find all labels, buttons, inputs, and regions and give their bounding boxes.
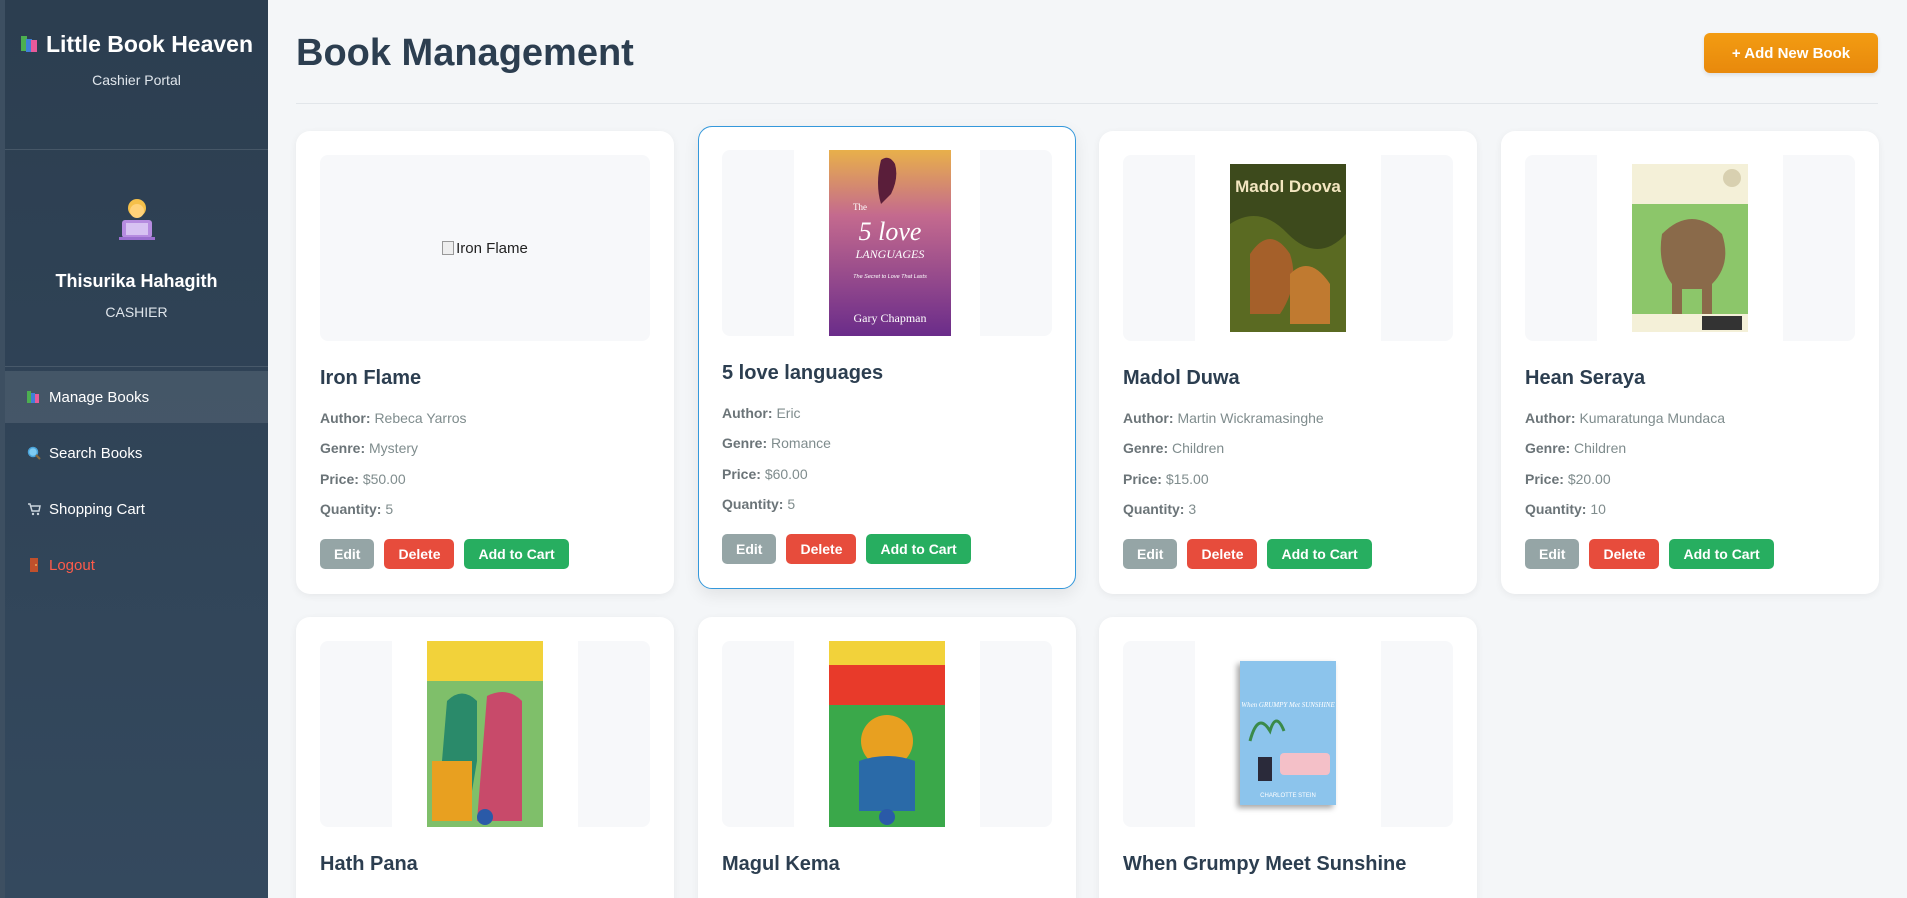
book-quantity: Quantity: 10 — [1525, 501, 1606, 517]
book-cover — [1525, 155, 1855, 341]
book-cover: Iron Flame — [320, 155, 650, 341]
hath-pana-cover — [427, 641, 543, 827]
nav-label: Logout — [49, 556, 95, 574]
svg-text:When GRUMPY Met SUNSHINE: When GRUMPY Met SUNSHINE — [1241, 701, 1335, 709]
delete-button[interactable]: Delete — [1589, 539, 1660, 569]
card-actions: Edit Delete Add to Cart — [722, 534, 971, 564]
cart-icon — [27, 502, 41, 516]
cover-alt-text: Iron Flame — [456, 239, 528, 257]
book-author: Author: Martin Wickramasinghe — [1123, 410, 1324, 426]
book-quantity: Quantity: 3 — [1123, 501, 1197, 517]
edit-button[interactable]: Edit — [722, 534, 777, 564]
nav-label: Manage Books — [49, 388, 150, 406]
card-actions: Edit Delete Add to Cart — [1525, 539, 1774, 569]
nav-label: Shopping Cart — [49, 500, 145, 518]
book-genre: Genre: Children — [1525, 440, 1627, 456]
nav-logout[interactable]: Logout — [5, 539, 268, 591]
nav-search-books[interactable]: Search Books — [5, 427, 268, 479]
add-to-cart-button[interactable]: Add to Cart — [1669, 539, 1774, 569]
sidebar-nav: Manage Books Search Books Shopping Cart … — [5, 371, 268, 591]
book-price: Price: $20.00 — [1525, 471, 1611, 487]
book-cover — [722, 641, 1052, 827]
book-cover — [320, 641, 650, 827]
nav-shopping-cart[interactable]: Shopping Cart — [5, 483, 268, 535]
book-title: Madol Duwa — [1123, 367, 1240, 389]
book-genre: Genre: Children — [1123, 440, 1225, 456]
add-to-cart-button[interactable]: Add to Cart — [1267, 539, 1372, 569]
main-content: Book Management + Add New Book Iron Flam… — [268, 0, 1907, 898]
book-title: When Grumpy Meet Sunshine — [1123, 853, 1407, 875]
svg-text:The: The — [853, 202, 867, 212]
nav-label: Search Books — [49, 444, 143, 462]
card-actions: Edit Delete Add to Cart — [1123, 539, 1372, 569]
book-title: Magul Kema — [722, 853, 840, 875]
svg-text:LANGUAGES: LANGUAGES — [855, 247, 925, 261]
svg-text:Madol Doova: Madol Doova — [1235, 177, 1341, 196]
book-card: Madol Doova Madol Duwa Author: Martin Wi… — [1099, 131, 1477, 594]
svg-text:CHARLOTTE STEIN: CHARLOTTE STEIN — [1260, 793, 1316, 799]
magul-kema-cover — [829, 641, 945, 827]
book-genre: Genre: Romance — [722, 435, 831, 451]
brand: Little Book Heaven Cashier Portal — [5, 0, 268, 150]
user-role: CASHIER — [105, 304, 168, 320]
door-icon — [27, 558, 41, 572]
book-author: Author: Rebeca Yarros — [320, 410, 467, 426]
book-quantity: Quantity: 5 — [320, 501, 394, 517]
hean-seraya-cover — [1632, 164, 1748, 332]
delete-button[interactable]: Delete — [786, 534, 857, 564]
book-cover: When GRUMPY Met SUNSHINE CHARLOTTE STEIN — [1123, 641, 1453, 827]
book-price: Price: $60.00 — [722, 466, 808, 482]
page-header: Book Management + Add New Book — [296, 0, 1878, 104]
broken-image-icon — [442, 241, 455, 255]
when-grumpy-met-sunshine-cover: When GRUMPY Met SUNSHINE CHARLOTTE STEIN — [1240, 661, 1336, 805]
book-quantity: Quantity: 5 — [722, 496, 796, 512]
add-to-cart-button[interactable]: Add to Cart — [464, 539, 569, 569]
book-card: Magul Kema — [698, 617, 1076, 898]
nav-manage-books[interactable]: Manage Books — [5, 371, 268, 423]
book-title: 5 love languages — [722, 362, 884, 384]
cashier-avatar-icon — [113, 194, 161, 242]
edit-button[interactable]: Edit — [1525, 539, 1580, 569]
book-price: Price: $50.00 — [320, 471, 406, 487]
book-cover: The 5 love LANGUAGES The Secret to Love … — [722, 150, 1052, 336]
brand-title: Little Book Heaven — [45, 31, 254, 57]
books-icon — [27, 390, 41, 404]
books-icon — [20, 28, 40, 64]
page-title: Book Management — [296, 32, 634, 74]
book-author: Author: Kumaratunga Mundaca — [1525, 410, 1725, 426]
book-card: Hath Pana — [296, 617, 674, 898]
book-price: Price: $15.00 — [1123, 471, 1209, 487]
user-name: Thisurika Hahagith — [55, 271, 218, 291]
add-to-cart-button[interactable]: Add to Cart — [866, 534, 971, 564]
edit-button[interactable]: Edit — [1123, 539, 1178, 569]
magnifier-icon — [27, 446, 41, 460]
book-card: Hean Seraya Author: Kumaratunga Mundaca … — [1501, 131, 1879, 594]
book-cover: Madol Doova — [1123, 155, 1453, 341]
book-card: Iron Flame Iron Flame Author: Rebeca Yar… — [296, 131, 674, 594]
edit-button[interactable]: Edit — [320, 539, 375, 569]
delete-button[interactable]: Delete — [384, 539, 455, 569]
sidebar: Little Book Heaven Cashier Portal Thisur… — [0, 0, 268, 898]
book-card: When GRUMPY Met SUNSHINE CHARLOTTE STEIN… — [1099, 617, 1477, 898]
book-title: Iron Flame — [320, 367, 422, 389]
card-actions: Edit Delete Add to Cart — [320, 539, 569, 569]
madol-doova-cover: Madol Doova — [1230, 164, 1346, 332]
book-title: Hean Seraya — [1525, 367, 1646, 389]
delete-button[interactable]: Delete — [1187, 539, 1258, 569]
book-author: Author: Eric — [722, 405, 801, 421]
svg-text:Gary Chapman: Gary Chapman — [854, 311, 927, 325]
5-love-languages-cover: The 5 love LANGUAGES The Secret to Love … — [829, 150, 951, 336]
book-title: Hath Pana — [320, 853, 418, 875]
svg-text:5 love: 5 love — [859, 217, 922, 246]
svg-text:The Secret to Love That Lasts: The Secret to Love That Lasts — [853, 274, 927, 280]
add-new-book-button[interactable]: + Add New Book — [1704, 33, 1878, 73]
book-card: The 5 love LANGUAGES The Secret to Love … — [698, 126, 1076, 589]
brand-subtitle: Cashier Portal — [92, 71, 181, 88]
user-profile: Thisurika Hahagith CASHIER — [5, 150, 268, 367]
book-genre: Genre: Mystery — [320, 440, 419, 456]
